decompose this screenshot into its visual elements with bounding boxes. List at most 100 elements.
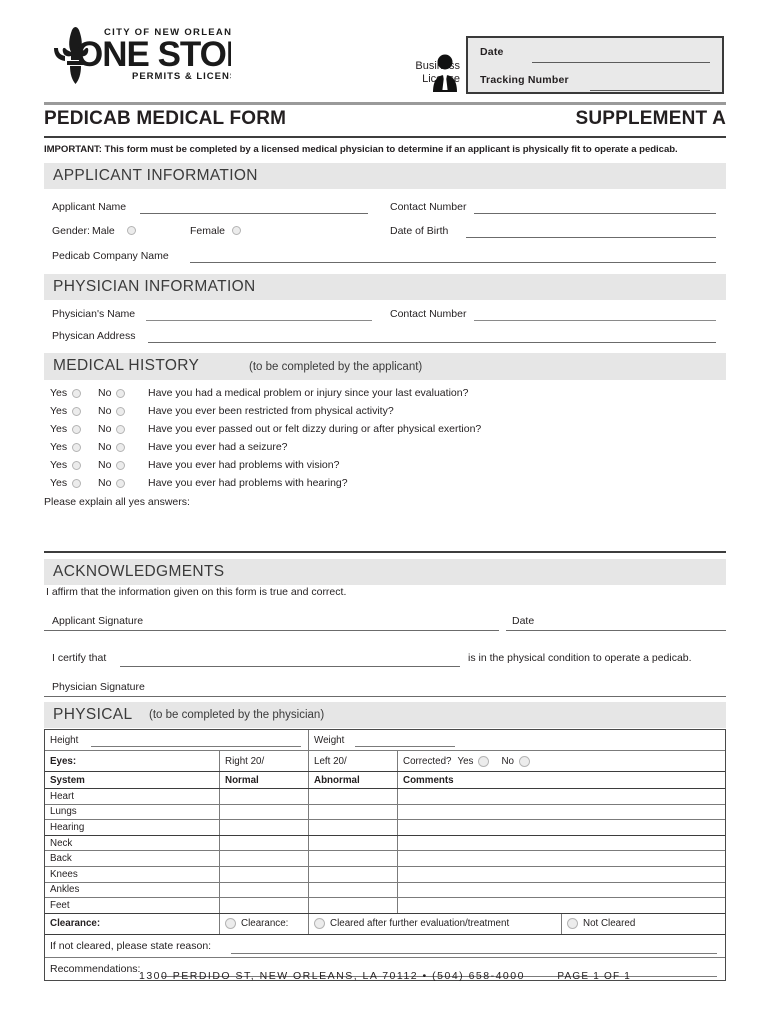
physical-header: PHYSICAL (to be completed by the physici… (44, 702, 726, 728)
pedicab-company-name-input[interactable] (190, 262, 716, 263)
right-eye-label: Right 20/ (225, 755, 265, 767)
question-5-text: Have you ever had problems with vision? (148, 459, 340, 471)
physician-contact-number-input[interactable] (474, 320, 716, 321)
clearance-option-2[interactable]: Cleared after further evaluation/treatme… (308, 913, 561, 934)
question-4-yes-radio[interactable] (72, 443, 81, 452)
comments-cell[interactable] (397, 882, 725, 898)
normal-cell[interactable] (219, 835, 308, 851)
gender-female-label: Female (190, 225, 226, 237)
system-name-label: Hearing (50, 821, 85, 833)
yes-label: Yes (50, 387, 68, 399)
normal-cell[interactable] (219, 898, 308, 913)
affirmation-text: I affirm that the information given on t… (46, 586, 347, 598)
left-eye-cell[interactable]: Left 20/ (308, 751, 397, 771)
normal-cell[interactable] (219, 804, 308, 820)
comments-cell[interactable] (397, 804, 725, 820)
question-2-yes-radio[interactable] (72, 407, 81, 416)
normal-cell[interactable] (219, 851, 308, 866)
question-2-no-radio[interactable] (116, 407, 125, 416)
corrected-no-radio[interactable] (518, 755, 530, 767)
clearance-option-2-radio[interactable] (314, 918, 325, 930)
acknowledgment-date-label: Date (512, 615, 535, 627)
weight-input[interactable] (355, 746, 455, 747)
normal-column-label: Normal (225, 774, 259, 786)
question-3-no-radio[interactable] (116, 425, 125, 434)
question-3-yes-radio[interactable] (72, 425, 81, 434)
question-4-no-radio[interactable] (116, 443, 125, 452)
height-input[interactable] (91, 746, 301, 747)
medical-history-heading: MEDICAL HISTORY (53, 357, 200, 374)
acknowledgments-header: ACKNOWLEDGMENTS (44, 559, 726, 585)
gender-female-radio[interactable] (232, 226, 241, 235)
physician-information-heading: PHYSICIAN INFORMATION (53, 278, 256, 295)
normal-cell[interactable] (219, 789, 308, 804)
height-cell: Height (45, 730, 308, 750)
certify-patient-name-input[interactable] (120, 666, 460, 667)
system-name-label: Heart (50, 790, 74, 802)
abnormal-cell[interactable] (308, 789, 397, 804)
applicant-contact-number-input[interactable] (474, 213, 716, 214)
explain-yes-answers-input[interactable] (44, 540, 726, 541)
applicant-name-input[interactable] (140, 213, 368, 214)
physician-signature-label: Physician Signature (52, 681, 145, 693)
abnormal-cell[interactable] (308, 835, 397, 851)
question-5-yes-radio[interactable] (72, 461, 81, 470)
not-cleared-reason-input[interactable] (231, 952, 717, 954)
normal-cell[interactable] (219, 882, 308, 898)
tracking-number-input-line[interactable] (590, 90, 710, 91)
physician-name-label: Physician's Name (52, 308, 136, 320)
svg-text:ONE STOP: ONE STOP (76, 35, 231, 74)
physician-address-input[interactable] (148, 342, 716, 343)
comments-cell[interactable] (397, 820, 725, 835)
date-of-birth-input[interactable] (466, 237, 716, 238)
clearance-option-3-radio[interactable] (567, 918, 578, 930)
table-row: Feet (45, 898, 725, 914)
yes-label: Yes (50, 405, 68, 417)
eyes-row: Eyes: Right 20/ Left 20/ Corrected? Yes … (45, 751, 725, 772)
question-6-no-radio[interactable] (116, 479, 125, 488)
table-row: Hearing (45, 820, 725, 836)
clearance-option-3[interactable]: Not Cleared (561, 913, 725, 934)
comments-cell[interactable] (397, 835, 725, 851)
comments-cell[interactable] (397, 851, 725, 866)
date-input-line[interactable] (532, 62, 710, 63)
tracking-number-label: Tracking Number (480, 74, 569, 86)
title-divider (44, 136, 726, 138)
system-name-label: Lungs (50, 806, 77, 818)
table-row: Ankles (45, 882, 725, 899)
system-name-cell: Knees (45, 867, 219, 882)
physician-signature-input[interactable] (44, 696, 726, 697)
corrected-no-label: No (501, 755, 514, 767)
abnormal-cell[interactable] (308, 804, 397, 820)
applicant-signature-input[interactable] (44, 630, 499, 631)
important-notice: IMPORTANT: This form must be completed b… (44, 144, 678, 155)
comments-cell[interactable] (397, 789, 725, 804)
page-header: CITY OF NEW ORLEANS ONE STOP PERMITS & L… (0, 0, 770, 105)
not-cleared-reason-label: If not cleared, please state reason: (50, 939, 212, 952)
physician-name-input[interactable] (146, 320, 372, 321)
normal-cell[interactable] (219, 866, 308, 882)
system-name-cell: Hearing (45, 820, 219, 835)
gender-male-radio[interactable] (127, 226, 136, 235)
comments-cell[interactable] (397, 898, 725, 913)
right-eye-cell[interactable]: Right 20/ (219, 751, 308, 771)
normal-cell[interactable] (219, 820, 308, 835)
question-1-yes-radio[interactable] (72, 389, 81, 398)
abnormal-cell[interactable] (308, 851, 397, 866)
date-label: Date (480, 46, 504, 58)
yes-label: Yes (50, 423, 68, 435)
question-1-no-radio[interactable] (116, 389, 125, 398)
clearance-option-1-radio[interactable] (225, 918, 236, 930)
comments-cell[interactable] (397, 866, 725, 882)
abnormal-cell[interactable] (308, 882, 397, 898)
corrected-yes-radio[interactable] (478, 755, 490, 767)
abnormal-cell[interactable] (308, 820, 397, 835)
medical-history-row: Yes No Have you had a medical problem or… (44, 385, 726, 404)
abnormal-cell[interactable] (308, 866, 397, 882)
clearance-option-1[interactable]: Clearance: (219, 913, 308, 934)
page-footer: 1300 PERDIDO ST, NEW ORLEANS, LA 70112 •… (44, 966, 726, 984)
question-5-no-radio[interactable] (116, 461, 125, 470)
abnormal-cell[interactable] (308, 898, 397, 913)
acknowledgment-date-input[interactable] (506, 630, 726, 631)
question-6-yes-radio[interactable] (72, 479, 81, 488)
